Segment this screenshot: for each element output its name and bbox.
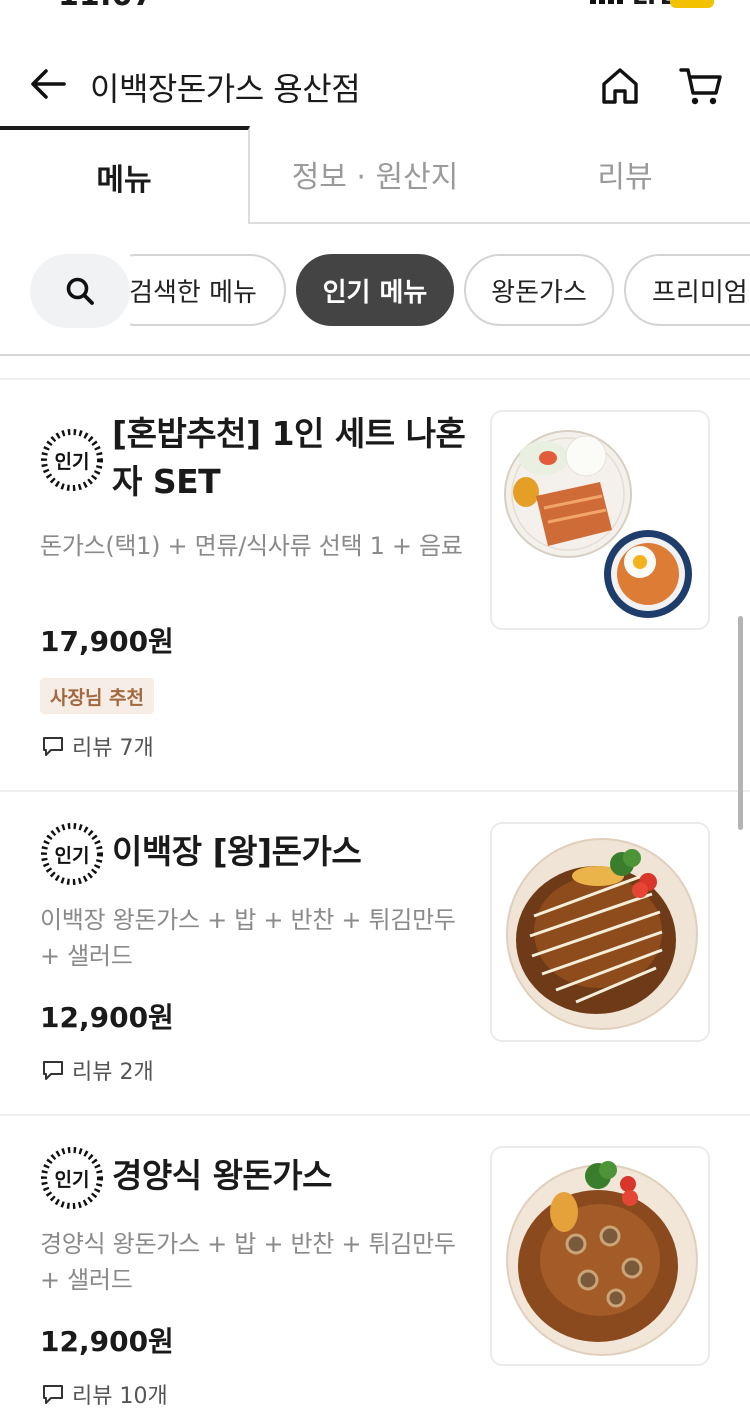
menu-item-price: 12,900원 [40, 1001, 174, 1034]
review-count: 리뷰 10개 [72, 1384, 168, 1409]
menu-item-review: 리뷰 7개 [42, 730, 154, 762]
tab-review[interactable]: 리뷰 [500, 126, 750, 224]
menu-search-button[interactable] [30, 254, 130, 328]
cart-icon [679, 68, 722, 105]
chip-wang-donkatsu[interactable]: 왕돈가스 [464, 254, 614, 326]
home-icon [602, 68, 638, 104]
cart-button[interactable] [678, 64, 724, 108]
chip-scroll-area: 검색한 메뉴 인기 메뉴 왕돈가스 프리미엄 [130, 224, 750, 356]
chip-popular-menu[interactable]: 인기 메뉴 [296, 254, 454, 326]
popular-badge: 인기 [40, 822, 104, 886]
menu-item[interactable]: 인기 [혼밥추천] 1인 세트 나혼자 SET 돈가스(택1) + 면류/식사류… [0, 380, 750, 790]
menu-item-photo [490, 410, 710, 630]
popular-badge-label: 인기 [55, 1169, 90, 1191]
menu-item-photo [490, 822, 710, 1042]
arrow-left-icon [31, 69, 66, 99]
app-header: 이백장돈가스 용산점 [0, 40, 750, 126]
menu-item-price: 12,900원 [40, 1325, 174, 1358]
popular-badge-ring: 인기 [41, 823, 103, 885]
review-count: 리뷰 2개 [72, 1060, 154, 1085]
home-button[interactable] [598, 64, 642, 108]
status-time: 11:07 [58, 0, 154, 13]
menu-item-price: 17,900원 [40, 625, 174, 658]
popular-badge: 인기 [40, 428, 104, 492]
popular-badge-label: 인기 [55, 845, 90, 867]
comment-icon [43, 1385, 63, 1404]
signal-icon [590, 0, 623, 4]
store-tabs: 메뉴 정보 · 원산지 리뷰 [0, 126, 750, 224]
menu-item-description: 돈가스(택1) + 면류/식사류 선택 1 + 음료 [40, 532, 463, 560]
chip-premium[interactable]: 프리미엄 [624, 254, 750, 326]
menu-item-name: [혼밥추천] 1인 세트 나혼자 SET [112, 414, 466, 501]
divider [0, 354, 750, 356]
scrollbar[interactable] [738, 616, 743, 830]
popular-badge: 인기 [40, 1146, 104, 1210]
menu-item-review: 리뷰 2개 [42, 1054, 154, 1086]
popular-badge-ring: 인기 [41, 429, 103, 491]
review-count: 리뷰 7개 [72, 736, 154, 761]
menu-item-name: 경양식 왕돈가스 [112, 1156, 333, 1195]
menu-item[interactable]: 인기 이백장 [왕]돈가스 이백장 왕돈가스 + 밥 + 반찬 + 튀김만두 +… [0, 792, 750, 1114]
menu-item-name: 이백장 [왕]돈가스 [112, 832, 362, 871]
tab-info-origin[interactable]: 정보 · 원산지 [250, 126, 500, 224]
status-bar: 11:07 LTE [0, 0, 750, 14]
back-button[interactable] [26, 62, 70, 106]
category-chip-bar: 검색한 메뉴 인기 메뉴 왕돈가스 프리미엄 [0, 224, 750, 356]
battery-icon [670, 0, 714, 8]
popular-badge-ring: 인기 [41, 1147, 103, 1209]
tab-menu[interactable]: 메뉴 [0, 126, 250, 224]
menu-item-description: 이백장 왕돈가스 + 밥 + 반찬 + 튀김만두 + 샐러드 [40, 906, 456, 970]
menu-item-description: 경양식 왕돈가스 + 밥 + 반찬 + 튀김만두 + 샐러드 [40, 1230, 456, 1294]
menu-item[interactable]: 인기 경양식 왕돈가스 경양식 왕돈가스 + 밥 + 반찬 + 튀김만두 + 샐… [0, 1116, 750, 1428]
comment-icon [43, 737, 63, 756]
owner-recommend-tag: 사장님 추천 [40, 678, 155, 714]
search-icon [66, 277, 94, 305]
menu-item-photo [490, 1146, 710, 1366]
store-title: 이백장돈가스 용산점 [90, 70, 361, 108]
comment-icon [43, 1061, 63, 1080]
chip-searched-menu[interactable]: 검색한 메뉴 [130, 254, 286, 326]
popular-badge-label: 인기 [55, 451, 90, 473]
menu-item-review: 리뷰 10개 [42, 1378, 168, 1410]
